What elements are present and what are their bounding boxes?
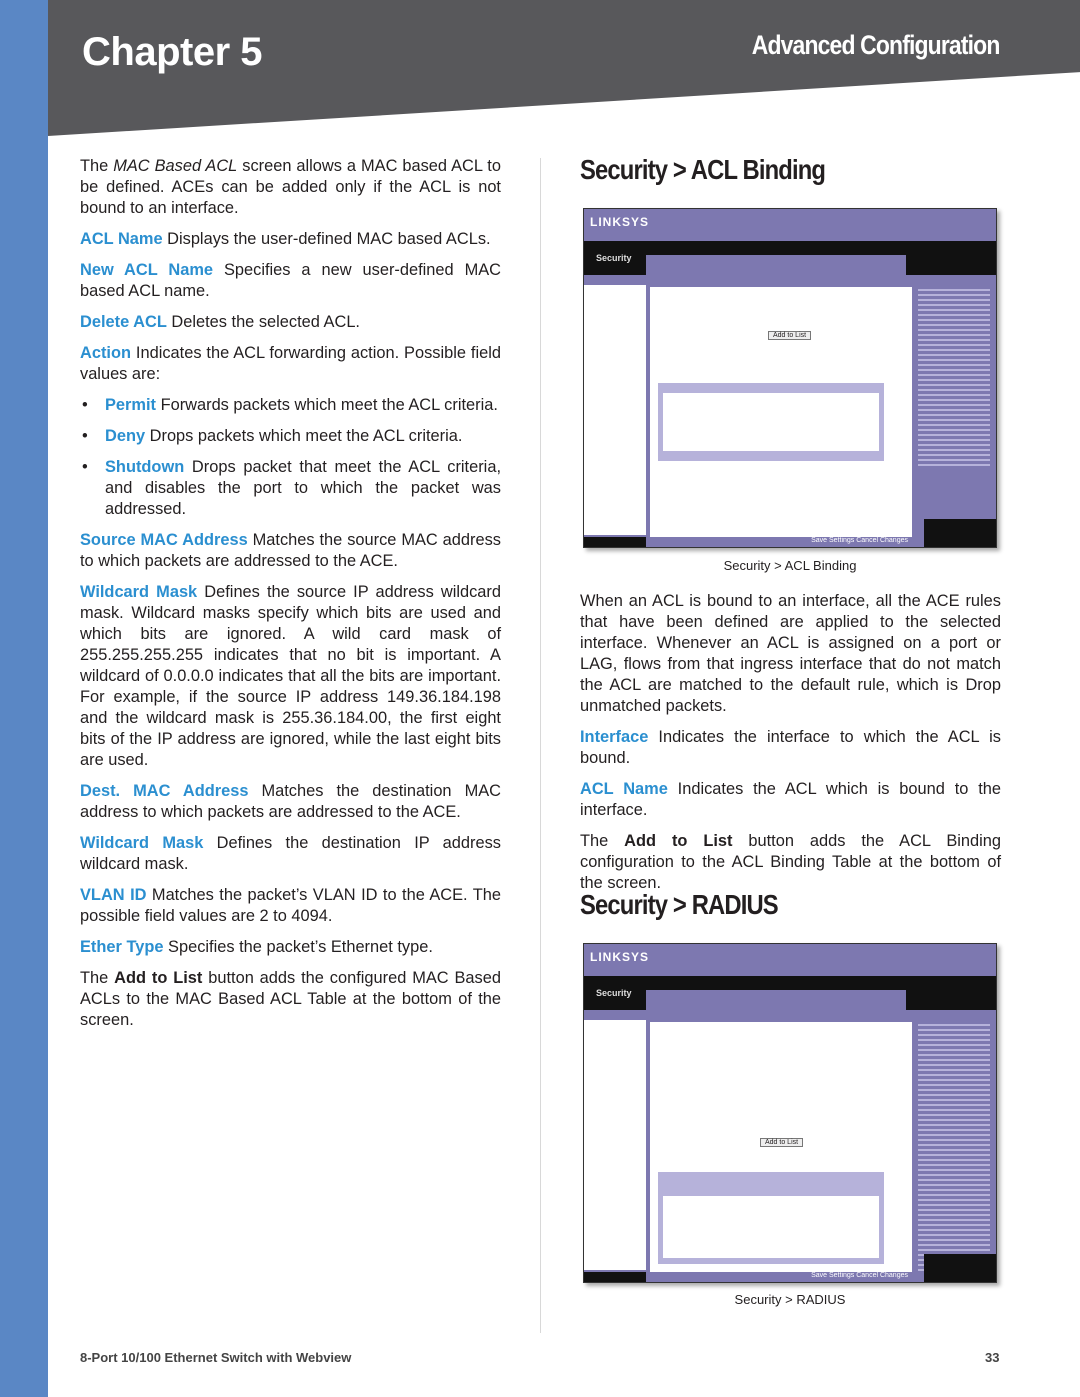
definition: Dest. MAC Address Matches the destinatio… [80, 782, 501, 821]
definition: Wildcard Mask Defines the source IP addr… [80, 583, 501, 769]
caption: Security > RADIUS [734, 1292, 846, 1307]
sidebar [584, 1020, 646, 1270]
definition: Wildcard Mask Defines the destination IP… [80, 834, 501, 873]
linksys-logo: LINKSYS [590, 950, 650, 964]
right-column: When an ACL is bound to an interface, al… [580, 591, 1001, 904]
radius-screenshot: LINKSYS Security Add to List Save Settin… [583, 943, 997, 1283]
nav-section-label: Security [596, 988, 632, 998]
definition: VLAN ID Matches the packet’s VLAN ID to … [80, 886, 501, 925]
add-to-list-button: Add to List [760, 1138, 804, 1147]
chapter-title: Chapter 5 [82, 30, 263, 74]
radius-table [658, 1172, 884, 1264]
outro-paragraph: The Add to List button adds the configur… [80, 969, 501, 1029]
footer-product: 8-Port 10/100 Ethernet Switch with Webvi… [80, 1350, 352, 1365]
action-values-list: Permit Forwards packets which meet the A… [80, 395, 501, 520]
definition: Action Indicates the ACL forwarding acti… [80, 344, 501, 383]
footer-bar [584, 537, 646, 547]
column-divider [540, 158, 541, 1333]
footer-bar [584, 1272, 646, 1282]
definition: ACL Name Indicates the ACL which is boun… [580, 780, 1001, 819]
cisco-logo [924, 1254, 996, 1282]
cisco-logo [924, 519, 996, 547]
main-panel: Add to List [650, 287, 912, 539]
list-item: Permit Forwards packets which meet the A… [80, 395, 501, 416]
heading-radius: Security > RADIUS [580, 889, 779, 920]
nav-tabs [646, 255, 906, 275]
save-cancel-bar: Save Settings Cancel Changes [646, 1272, 912, 1282]
outro-paragraph: The Add to List button adds the ACL Bind… [580, 832, 1001, 892]
nav-tabs [646, 990, 906, 1010]
list-item: Shutdown Drops packet that meet the ACL … [80, 457, 501, 520]
linksys-logo: LINKSYS [590, 215, 650, 229]
caption: Security > ACL Binding [723, 558, 857, 573]
definition: New ACL Name Specifies a new user-define… [80, 261, 502, 300]
definition: Source MAC Address Matches the source MA… [80, 531, 501, 570]
acl-binding-screenshot: LINKSYS Security Add to List Save Settin… [583, 208, 997, 548]
heading-acl-binding: Security > ACL Binding [580, 154, 826, 185]
paragraph: When an ACL is bound to an interface, al… [580, 592, 1001, 715]
definition: Interface Indicates the interface to whi… [580, 728, 1001, 767]
nav-section-label: Security [596, 253, 632, 263]
save-cancel-bar: Save Settings Cancel Changes [646, 537, 912, 547]
sidebar [584, 285, 646, 535]
help-panel [918, 289, 990, 469]
left-column: The MAC Based ACL screen allows a MAC ba… [80, 156, 501, 1041]
help-panel [918, 1024, 990, 1274]
section-title: Advanced Configuration [752, 30, 1001, 60]
add-to-list-button: Add to List [768, 331, 812, 340]
list-item: Deny Drops packets which meet the ACL cr… [80, 426, 501, 447]
intro-paragraph: The MAC Based ACL screen allows a MAC ba… [80, 157, 501, 217]
definition: Delete ACL Deletes the selected ACL. [80, 313, 360, 331]
page-number: 33 [985, 1350, 1000, 1365]
binding-table [658, 383, 884, 461]
definition: ACL Name Displays the user-defined MAC b… [80, 230, 491, 248]
side-color-strip [0, 0, 48, 1397]
definition: Ether Type Specifies the packet’s Ethern… [80, 938, 433, 956]
main-panel: Add to List [650, 1022, 912, 1274]
